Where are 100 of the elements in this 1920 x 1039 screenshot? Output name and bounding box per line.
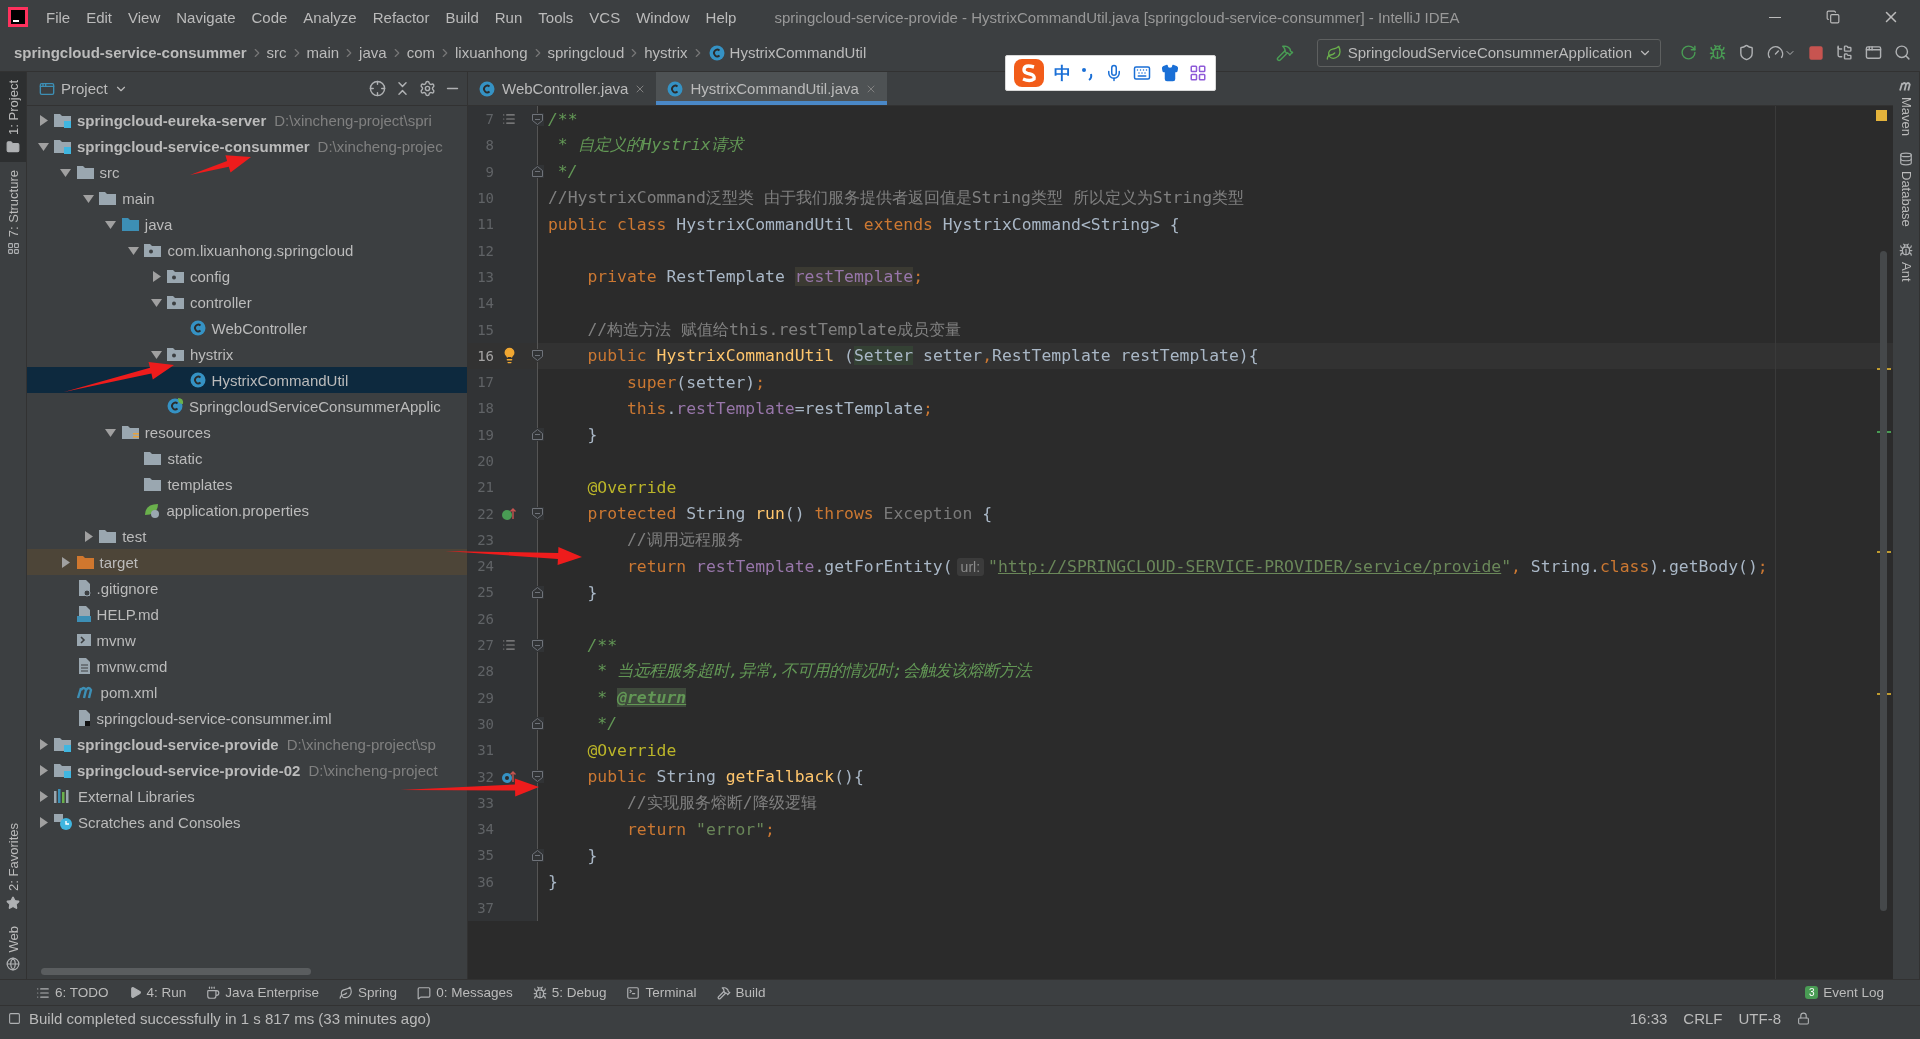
tree-row[interactable]: config: [27, 263, 467, 289]
fold-start-icon[interactable]: [531, 112, 544, 126]
menu-item[interactable]: File: [38, 8, 79, 26]
tool-window-tab[interactable]: 7: Structure: [0, 161, 26, 264]
fold-start-icon[interactable]: [531, 507, 544, 521]
tool-windows-icon[interactable]: [8, 1011, 21, 1025]
tool-window-button[interactable]: Build: [716, 985, 766, 1000]
menu-item[interactable]: Help: [697, 8, 745, 26]
tool-window-tab[interactable]: Maven: [1893, 72, 1919, 145]
editor-tab[interactable]: WebController.java: [468, 72, 657, 105]
expanded-arrow-icon[interactable]: [127, 244, 139, 256]
tool-window-button[interactable]: 4: Run: [128, 985, 187, 1000]
tree-row[interactable]: HELP.md: [27, 601, 467, 627]
doc-render-icon[interactable]: [502, 638, 516, 653]
tool-window-button[interactable]: 5: Debug: [532, 985, 607, 1000]
tool-window-tab[interactable]: Web: [0, 917, 26, 979]
tool-window-button[interactable]: Spring: [339, 985, 398, 1000]
menu-item[interactable]: Code: [243, 8, 296, 26]
locate-icon[interactable]: [369, 80, 386, 97]
fold-start-icon[interactable]: [531, 770, 544, 784]
breadcrumb[interactable]: hystrix: [644, 44, 688, 61]
expanded-arrow-icon[interactable]: [105, 218, 117, 230]
tree-row[interactable]: pom.xml: [27, 679, 467, 705]
tool-window-tab[interactable]: 1: Project: [0, 72, 26, 162]
tree-row[interactable]: Scratches and Consoles: [27, 809, 467, 835]
breadcrumb[interactable]: src: [266, 44, 287, 61]
collapsed-arrow-icon[interactable]: [37, 114, 49, 126]
fold-start-icon[interactable]: [531, 349, 544, 363]
expanded-arrow-icon[interactable]: [37, 140, 49, 152]
tree-row[interactable]: External Libraries: [27, 783, 467, 809]
tree-row[interactable]: src: [27, 159, 467, 185]
menu-item[interactable]: Analyze: [295, 8, 365, 26]
collapsed-arrow-icon[interactable]: [37, 790, 49, 802]
fold-start-icon[interactable]: [531, 638, 544, 652]
expanded-arrow-icon[interactable]: [105, 426, 117, 438]
implements-method-icon[interactable]: [501, 506, 517, 521]
tool-window-button[interactable]: Java Enterprise: [206, 985, 320, 1000]
menu-item[interactable]: VCS: [581, 8, 629, 26]
tree-row[interactable]: springcloud-eureka-server D:\xincheng-project\spri: [27, 107, 467, 133]
tool-window-button[interactable]: 0: Messages: [417, 985, 513, 1000]
scrollbar-thumb[interactable]: [1880, 251, 1887, 911]
tree-row[interactable]: hystrix: [27, 341, 467, 367]
expanded-arrow-icon[interactable]: [82, 192, 94, 204]
fold-end-icon[interactable]: [531, 165, 544, 179]
menu-item[interactable]: Refactor: [364, 8, 438, 26]
expanded-arrow-icon[interactable]: [150, 348, 162, 360]
tree-row[interactable]: resources: [27, 419, 467, 445]
tree-row[interactable]: WebController: [27, 315, 467, 341]
collapsed-arrow-icon[interactable]: [82, 530, 94, 542]
breadcrumb[interactable]: main: [306, 44, 340, 61]
tool-window-button[interactable]: 6: TODO: [36, 985, 109, 1000]
tree-row[interactable]: controller: [27, 289, 467, 315]
menu-item[interactable]: Run: [486, 8, 531, 26]
project-view-dropdown[interactable]: Project: [33, 79, 134, 98]
lock-icon[interactable]: [1797, 1011, 1810, 1025]
menu-item[interactable]: View: [120, 8, 169, 26]
tree-row[interactable]: com.lixuanhong.springcloud: [27, 237, 467, 263]
apps-icon[interactable]: [1189, 64, 1207, 82]
tree-row[interactable]: SpringcloudServiceConsummerApplic: [27, 393, 467, 419]
menu-item[interactable]: Navigate: [168, 8, 244, 26]
tree-row[interactable]: .gitignore: [27, 575, 467, 601]
tree-row[interactable]: springcloud-service-provide-02 D:\xincheng-project: [27, 757, 467, 783]
shirt-icon[interactable]: [1161, 64, 1179, 82]
tree-row[interactable]: springcloud-service-provide D:\xincheng-project\sp: [27, 731, 467, 757]
tree-row[interactable]: main: [27, 185, 467, 211]
doc-render-icon[interactable]: [502, 112, 516, 127]
expanded-arrow-icon[interactable]: [60, 166, 72, 178]
menu-item[interactable]: Build: [437, 8, 487, 26]
file-encoding[interactable]: UTF-8: [1738, 1009, 1781, 1027]
collapsed-arrow-icon[interactable]: [37, 816, 49, 828]
settings-icon[interactable]: [419, 80, 436, 97]
ime-mode[interactable]: 中: [1054, 61, 1071, 85]
collapsed-arrow-icon[interactable]: [60, 556, 72, 568]
keyboard-icon[interactable]: [1133, 64, 1151, 82]
tree-row[interactable]: mvnw: [27, 627, 467, 653]
fold-end-icon[interactable]: [531, 586, 544, 599]
breadcrumb[interactable]: java: [359, 44, 387, 61]
menu-item[interactable]: Edit: [78, 8, 121, 26]
editor-tab[interactable]: HystrixCommandUtil.java: [656, 72, 887, 105]
tree-row[interactable]: test: [27, 523, 467, 549]
line-separator[interactable]: CRLF: [1683, 1009, 1723, 1027]
breadcrumb[interactable]: lixuanhong: [454, 44, 528, 61]
run-configuration-dropdown[interactable]: SpringcloudServiceConsummerApplication: [1316, 38, 1661, 67]
scrollbar-thumb[interactable]: [41, 968, 311, 975]
breadcrumb[interactable]: com: [406, 44, 435, 61]
breadcrumb[interactable]: springcloud-service-consummer: [14, 44, 247, 61]
tool-window-tab[interactable]: Ant: [1893, 234, 1919, 290]
tool-window-tab[interactable]: Database: [1893, 144, 1919, 235]
caret-position[interactable]: 16:33: [1629, 1009, 1668, 1027]
breadcrumb[interactable]: HystrixCommandUtil: [707, 43, 867, 62]
fold-end-icon[interactable]: [531, 717, 544, 731]
tree-row[interactable]: mvnw.cmd: [27, 653, 467, 679]
tree-row[interactable]: springcloud-service-consummer D:\xincheng-projec: [27, 133, 467, 159]
fold-end-icon[interactable]: [531, 428, 544, 442]
tree-row[interactable]: HystrixCommandUtil: [27, 367, 467, 393]
fold-end-icon[interactable]: [531, 848, 544, 862]
punctuation-icon[interactable]: [1081, 65, 1095, 81]
collapsed-arrow-icon[interactable]: [37, 738, 49, 750]
collapsed-arrow-icon[interactable]: [150, 270, 162, 282]
tree-row[interactable]: templates: [27, 471, 467, 497]
